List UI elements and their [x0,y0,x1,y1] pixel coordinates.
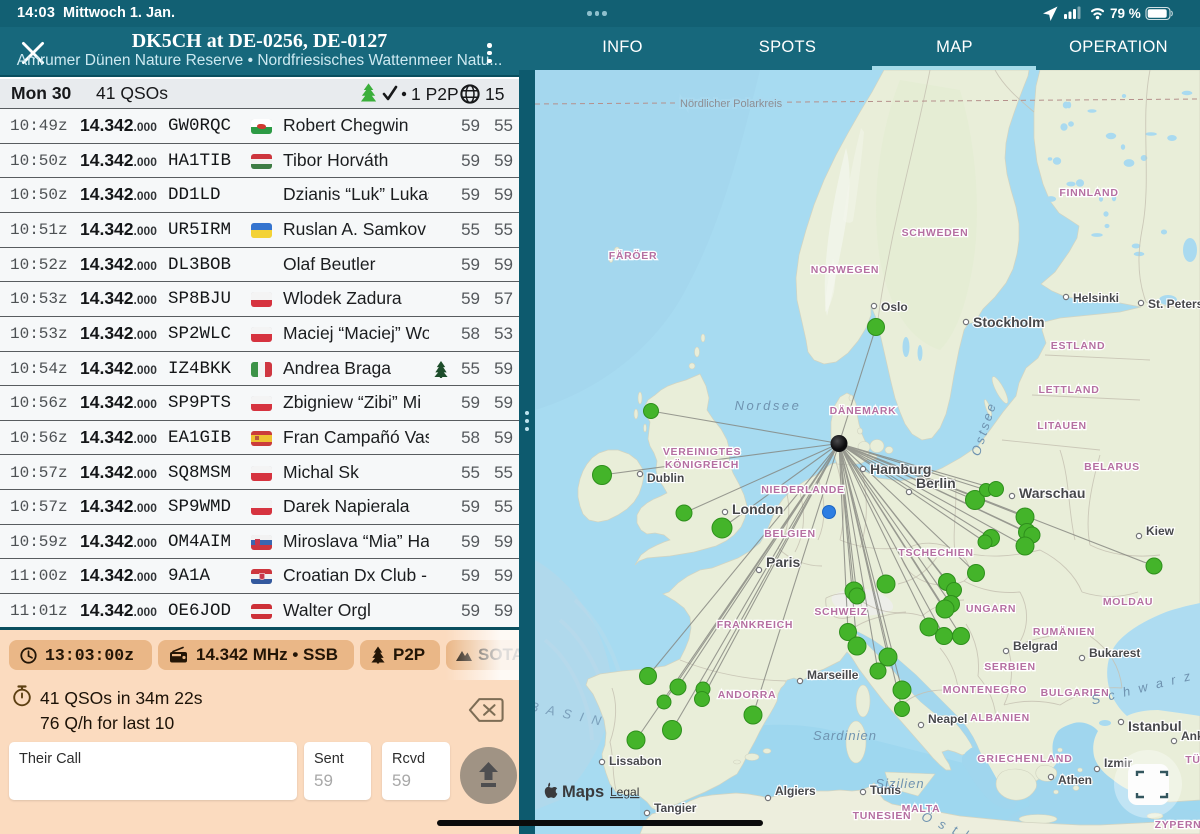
svg-text:Stockholm: Stockholm [973,314,1045,330]
svg-text:ALBANIEN: ALBANIEN [970,712,1030,724]
svg-text:Paris: Paris [766,554,800,570]
svg-text:ESTLAND: ESTLAND [1051,340,1105,352]
svg-text:UNGARN: UNGARN [966,603,1016,615]
svg-text:KÖNIGREICH: KÖNIGREICH [665,458,739,471]
svg-text:1 P2P: 1 P2P [411,84,459,104]
svg-text:Legal: Legal [610,785,639,799]
svg-text:TSCHECHIEN: TSCHECHIEN [898,547,973,559]
svg-text:FINNLAND: FINNLAND [1059,187,1118,199]
svg-text:BELARUS: BELARUS [1084,461,1140,473]
svg-text:Warschau: Warschau [1019,485,1085,501]
svg-text:Istanbul: Istanbul [1128,718,1182,734]
svg-text:Nordsee: Nordsee [735,398,802,413]
svg-text:BELGIEN: BELGIEN [764,528,816,540]
svg-text:FRANKREICH: FRANKREICH [717,619,793,631]
svg-text:RUMÄNIEN: RUMÄNIEN [1033,625,1095,638]
svg-text:Belgrad: Belgrad [1013,639,1058,653]
svg-text:TUNESIEN: TUNESIEN [853,810,912,822]
svg-text:Helsinki: Helsinki [1073,291,1119,305]
svg-text:Kiew: Kiew [1146,524,1175,538]
svg-text:ANDORRA: ANDORRA [718,689,777,701]
svg-text:Oslo: Oslo [881,300,908,314]
svg-text:NIEDERLANDE: NIEDERLANDE [761,484,845,496]
svg-text:Lissabon: Lissabon [609,754,662,768]
svg-text:FÄRÖER: FÄRÖER [609,249,658,262]
svg-text:ZYPERN: ZYPERN [1155,819,1200,831]
svg-text:SERBIEN: SERBIEN [984,661,1036,673]
svg-text:MOLDAU: MOLDAU [1103,596,1153,608]
svg-text:TÜ: TÜ [1185,753,1200,766]
svg-text:Nördlicher Polarkreis: Nördlicher Polarkreis [680,98,783,110]
svg-text:GRIECHENLAND: GRIECHENLAND [977,753,1072,765]
svg-text:LETTLAND: LETTLAND [1038,384,1099,396]
svg-text:SCHWEIZ: SCHWEIZ [814,606,867,618]
svg-text:NORWEGEN: NORWEGEN [811,264,879,276]
svg-text:MONTENEGRO: MONTENEGRO [943,684,1027,696]
svg-text:Maps: Maps [562,783,604,801]
svg-text:Tangier: Tangier [654,801,697,815]
svg-text:Bukarest: Bukarest [1089,646,1140,660]
svg-text:Athen: Athen [1058,773,1092,787]
svg-text:Neapel: Neapel [928,712,967,726]
svg-text:St. Petersb: St. Petersb [1148,297,1200,311]
svg-text:Marseille: Marseille [807,668,859,682]
svg-text:London: London [732,501,783,517]
svg-text:SCHWEDEN: SCHWEDEN [902,227,969,239]
svg-text:15: 15 [485,84,504,104]
svg-text:Dublin: Dublin [647,471,684,485]
svg-text:Sizilien: Sizilien [875,776,924,791]
svg-text:DÄNEMARK: DÄNEMARK [830,404,897,417]
svg-text:Sardinien: Sardinien [813,728,877,743]
svg-text:Algiers: Algiers [775,784,816,798]
svg-text:LITAUEN: LITAUEN [1037,420,1087,432]
svg-text:Berlin: Berlin [916,475,956,491]
svg-text:Ank: Ank [1181,729,1200,743]
svg-text:79 %: 79 % [1110,6,1141,21]
svg-text:VEREINIGTES: VEREINIGTES [663,446,741,458]
